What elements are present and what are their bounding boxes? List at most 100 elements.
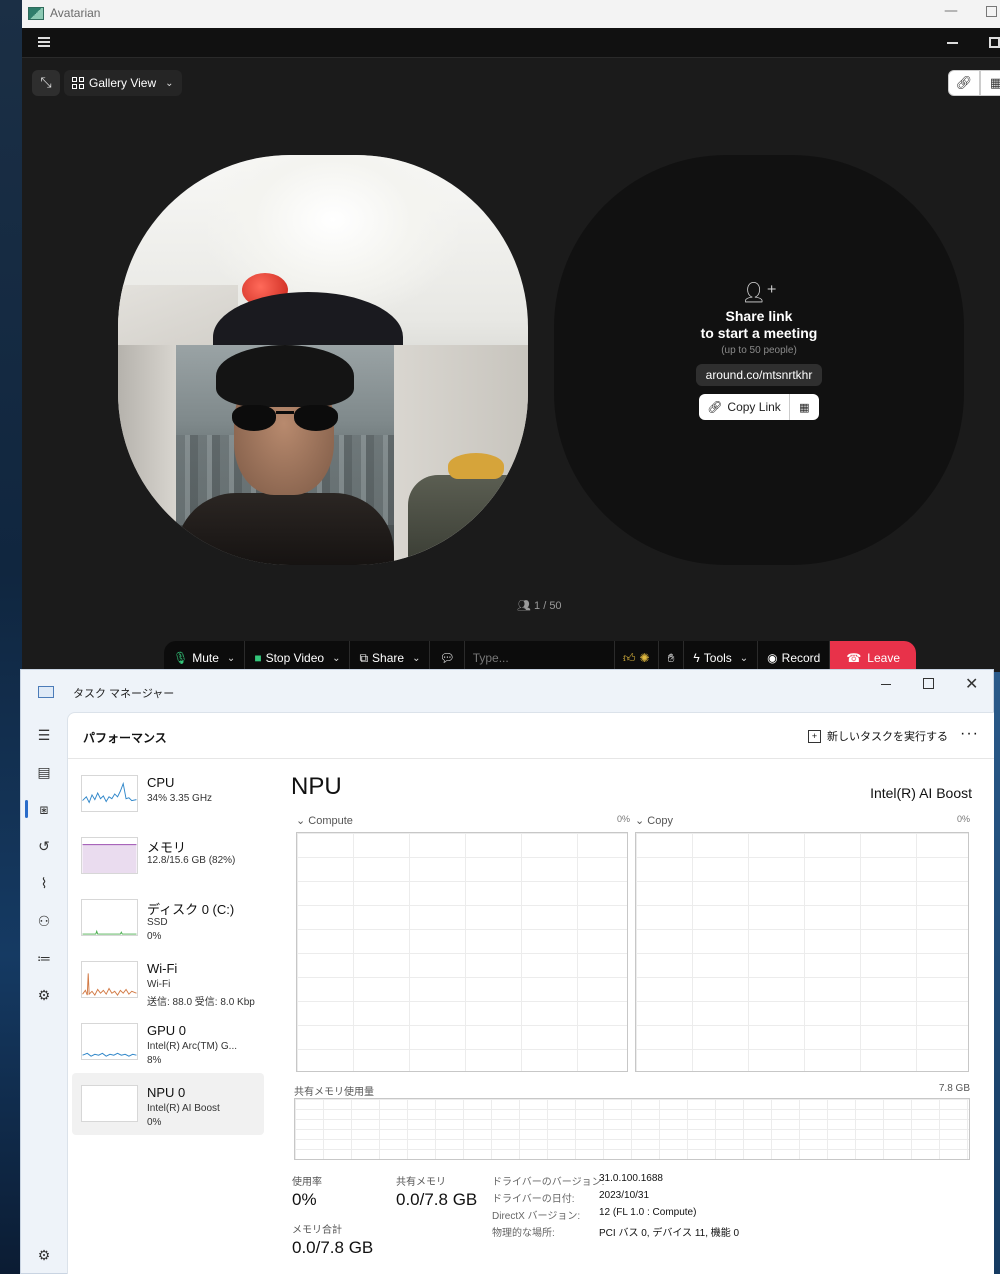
- device-detail: Wi-Fi: [147, 979, 171, 990]
- task-manager-window: タスク マネージャー ✕ ☰ ▤ ⧆ ↺ ⌇ ⚇ ≔ ⚙︎ ⚙︎ パフォーマンス…: [20, 669, 994, 1274]
- device-detail: SSD: [147, 917, 168, 928]
- driver-version-value: 31.0.100.1688: [599, 1173, 663, 1184]
- more-options-icon[interactable]: ···: [960, 725, 979, 743]
- directx-version-value: 12 (FL 1.0 : Compute): [599, 1207, 697, 1218]
- calendar-button[interactable]: ▦: [980, 70, 1000, 96]
- avatar-overlay: [176, 345, 394, 565]
- share-screen-icon: ⧉: [359, 650, 369, 665]
- directx-version-key: DirectX バージョン:: [492, 1211, 581, 1222]
- copy-link-label: Copy Link: [727, 400, 781, 414]
- processes-icon[interactable]: ▤: [35, 763, 53, 781]
- close-button[interactable]: ✕: [965, 674, 978, 694]
- chevron-down-icon[interactable]: ⌄: [332, 653, 340, 664]
- device-gpu[interactable]: GPU 0 Intel(R) Arc(TM) G... 8%: [72, 1011, 264, 1073]
- utilization-value: 0%: [292, 1190, 317, 1209]
- collapse-button[interactable]: ⤡: [32, 70, 60, 96]
- device-memory[interactable]: メモリ 12.8/15.6 GB (82%): [72, 825, 264, 887]
- avatarian-titlebar[interactable]: Avatarian —: [22, 0, 1000, 28]
- app-history-icon[interactable]: ↺: [35, 837, 53, 855]
- gallery-view-dropdown[interactable]: Gallery View ⌄: [64, 70, 182, 96]
- device-wifi[interactable]: Wi-Fi Wi-Fi 送信: 88.0 受信: 8.0 Kbp: [72, 949, 264, 1011]
- chat-input[interactable]: Type...: [465, 641, 615, 672]
- meeting-link[interactable]: around.co/mtsnrtkhr: [695, 364, 823, 386]
- hamburger-menu-icon[interactable]: ☰: [35, 726, 53, 744]
- mute-button[interactable]: 🎙︎ Mute ⌄: [164, 641, 246, 672]
- lightning-icon: ϟ: [693, 651, 700, 665]
- minimize-button[interactable]: —: [944, 3, 958, 19]
- mute-label: Mute: [192, 651, 219, 665]
- record-icon: ◉: [767, 651, 778, 665]
- minimize-button[interactable]: [881, 684, 891, 685]
- invite-subtitle: (up to 50 people): [721, 345, 797, 356]
- task-manager-titlebar[interactable]: タスク マネージャー ✕: [21, 670, 993, 712]
- chat-icon: 💬︎: [439, 651, 455, 665]
- page-title: パフォーマンス: [83, 731, 167, 745]
- link-button[interactable]: 🔗︎: [948, 70, 980, 96]
- details-icon[interactable]: ≔: [35, 949, 53, 967]
- reactions-button[interactable]: 👍︎ ✺: [615, 641, 659, 672]
- chevron-down-icon[interactable]: ⌄: [412, 653, 420, 664]
- disk-mini-graph: [81, 899, 138, 936]
- device-cpu[interactable]: CPU 34% 3.35 GHz: [72, 763, 264, 825]
- avatarian-app-icon: [28, 7, 44, 20]
- maximize-button[interactable]: [986, 6, 997, 17]
- stop-video-button[interactable]: ■ Stop Video ⌄: [245, 641, 351, 672]
- leave-button[interactable]: ☎︎ Leave: [830, 641, 916, 672]
- users-icon[interactable]: ⚇: [35, 912, 53, 930]
- run-new-task-button[interactable]: + 新しいタスクを実行する: [808, 728, 948, 744]
- device-name: NPU 0: [147, 1085, 186, 1100]
- device-utilization: 0%: [147, 1117, 162, 1128]
- raise-hand-button[interactable]: ✋︎: [659, 641, 685, 672]
- device-detail: 12.8/15.6 GB (82%): [147, 855, 236, 866]
- phone-hangup-icon: ☎︎: [846, 651, 862, 665]
- stop-video-label: Stop Video: [265, 651, 325, 665]
- device-npu[interactable]: NPU 0 Intel(R) AI Boost 0%: [72, 1073, 264, 1135]
- startup-apps-icon[interactable]: ⌇: [35, 874, 53, 892]
- window-title: タスク マネージャー: [73, 688, 175, 700]
- compute-graph-label[interactable]: ⌄ Compute: [296, 814, 353, 827]
- services-icon[interactable]: ⚙︎: [35, 986, 53, 1004]
- calendar-icon: ▦: [799, 400, 810, 414]
- chevron-down-icon[interactable]: ⌄: [227, 653, 235, 664]
- app-minimize-button[interactable]: [947, 42, 958, 44]
- mem-total-value: 0.0/7.8 GB: [292, 1238, 374, 1257]
- settings-icon[interactable]: ⚙︎: [35, 1246, 53, 1264]
- self-video-tile[interactable]: [118, 155, 528, 565]
- party-icon: ✺: [639, 651, 650, 665]
- avatarian-window: Avatarian — ⤡ Gallery View ⌄ 🔗︎ ▦ 👤︎⁺ Sh…: [22, 0, 1000, 672]
- npu-mini-graph: [81, 1085, 138, 1122]
- copy-graph: [635, 832, 969, 1072]
- device-utilization: 0%: [147, 931, 162, 942]
- device-name: メモリ: [147, 840, 187, 855]
- device-disk[interactable]: ディスク 0 (C:) SSD 0%: [72, 887, 264, 949]
- record-button[interactable]: ◉ Record: [758, 641, 831, 672]
- window-title: Avatarian: [50, 6, 101, 20]
- chat-button[interactable]: 💬︎: [430, 641, 465, 672]
- avatar-hair: [216, 345, 354, 407]
- physical-location-key: 物理的な場所:: [492, 1228, 555, 1239]
- performance-icon[interactable]: ⧆: [35, 800, 53, 818]
- tools-button[interactable]: ϟ Tools ⌄: [684, 641, 759, 672]
- device-detail: 34% 3.35 GHz: [147, 793, 213, 804]
- run-new-task-label: 新しいタスクを実行する: [827, 731, 948, 743]
- nav-active-indicator: [25, 800, 28, 818]
- schedule-button[interactable]: ▦: [788, 394, 819, 420]
- menu-icon[interactable]: [38, 37, 50, 47]
- physical-location-value: PCI バス 0, デバイス 11, 機能 0: [599, 1228, 740, 1239]
- maximize-button[interactable]: [923, 678, 934, 689]
- share-label: Share: [372, 651, 405, 665]
- copy-graph-label[interactable]: ⌄ Copy: [635, 814, 673, 827]
- app-maximize-button[interactable]: [989, 37, 1000, 48]
- link-icon: 🔗︎: [707, 400, 723, 414]
- participant-count-label: 1 / 50: [534, 600, 562, 612]
- shared-memory-graph: [294, 1098, 970, 1160]
- camera-icon: ■: [254, 651, 262, 665]
- copy-label-text: Copy: [647, 815, 673, 827]
- share-button[interactable]: ⧉ Share ⌄: [350, 641, 431, 672]
- app-topbar: [22, 28, 1000, 58]
- shared-memory-total: 7.8 GB: [938, 1083, 970, 1094]
- copy-link-button[interactable]: 🔗︎ Copy Link: [699, 394, 789, 420]
- grid-icon: [72, 77, 84, 89]
- new-task-icon: +: [808, 729, 821, 743]
- device-name: Wi-Fi: [147, 961, 178, 976]
